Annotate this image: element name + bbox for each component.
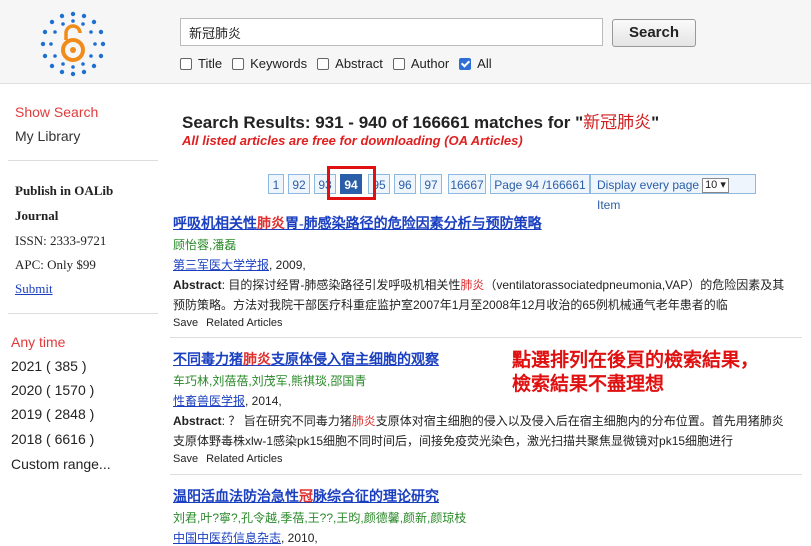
journal-link[interactable]: 第三军医大学学报 [173,258,269,272]
page-link-last[interactable]: 16667 [448,174,486,194]
oa-note: All listed articles are free for downloa… [182,133,523,148]
abstract-label: Abstract [173,278,222,292]
checkbox-author[interactable] [393,58,405,70]
title-text: 温阳活血法防治急性 [173,490,299,505]
result-divider [170,337,802,338]
results-summary: Search Results: 931 - 940 of 166661 matc… [182,108,659,133]
results-summary-prefix: Search Results: 931 - 940 of 166661 matc… [182,113,583,132]
my-library-link[interactable]: My Library [15,128,80,144]
result-actions: Save Related Articles [173,453,793,465]
submit-link[interactable]: Submit [15,281,53,297]
abstract-text: : 目的探讨经胃-肺感染路径引发呼吸机相关性 [222,278,461,292]
result-year: , 2009, [269,258,306,272]
sidebar-divider [8,160,158,161]
search-field-filters: Title Keywords Abstract Author All [180,56,502,71]
result-item: 呼吸机相关性肺炎胃-肺感染路径的危险因素分析与预防策略 顾怡蓉,潘磊 第三军医大… [173,213,793,329]
year-filter-2018[interactable]: 2018 ( 6616 ) [11,431,94,447]
result-actions: Save Related Articles [173,317,793,329]
title-text: 胃-肺感染路径的危险因素分析与预防策略 [285,217,542,232]
apc-text: APC: Only $99 [15,257,96,273]
abstract-text: : ？ 旨在研究不同毒力猪 [222,414,352,428]
page-link-97[interactable]: 97 [420,174,442,194]
result-year: , 2014, [245,394,282,408]
filter-all[interactable]: All [459,56,491,71]
search-button[interactable]: Search [612,19,696,47]
page-link-92[interactable]: 92 [288,174,310,194]
annotation-line: 檢索結果不盡理想 [512,372,759,396]
page-link-1[interactable]: 1 [268,174,284,194]
related-articles-link[interactable]: Related Articles [206,317,282,329]
title-text: 脉综合征的理论研究 [313,490,439,505]
filter-title[interactable]: Title [180,56,222,71]
title-text: 不同毒力猪 [173,353,243,368]
filter-keywords-label: Keywords [250,56,307,71]
result-source: 第三军医大学学报, 2009, [173,256,793,273]
results-summary-suffix: " [651,113,659,132]
abstract-label: Abstract [173,414,222,428]
year-filter-2019[interactable]: 2019 ( 2848 ) [11,406,94,422]
filter-title-label: Title [198,56,222,71]
checkbox-title[interactable] [180,58,192,70]
title-highlight: 肺炎 [257,217,285,232]
annotation-line: 點選排列在後頁的檢索結果， [512,348,759,372]
related-articles-link[interactable]: Related Articles [206,453,282,465]
abstract-highlight: 肺炎 [460,278,484,292]
checkbox-abstract[interactable] [317,58,329,70]
filter-abstract[interactable]: Abstract [317,56,383,71]
save-link[interactable]: Save [173,453,198,465]
page-link-96[interactable]: 96 [394,174,416,194]
result-year: , 2010, [281,531,318,545]
sidebar-divider [8,313,158,314]
journal-link[interactable]: 性畜兽医学报 [173,394,245,408]
any-time-filter[interactable]: Any time [11,334,65,350]
year-filter-2020[interactable]: 2020 ( 1570 ) [11,382,94,398]
filter-keywords[interactable]: Keywords [232,56,307,71]
result-authors[interactable]: 顾怡蓉,潘磊 [173,236,793,253]
search-input[interactable]: 新冠肺炎 [180,18,603,46]
filter-author[interactable]: Author [393,56,449,71]
show-search-link[interactable]: Show Search [15,104,98,120]
header-bar: 新冠肺炎 Search Title Keywords Abstract Auth… [0,0,811,84]
highlight-box [327,166,376,200]
result-title-link[interactable]: 呼吸机相关性肺炎胃-肺感染路径的危险因素分析与预防策略 [173,213,793,233]
filter-author-label: Author [411,56,449,71]
per-page-control: Display every page10 ▾Item [590,174,756,194]
results-keyword: 新冠肺炎 [583,113,651,133]
issn-text: ISSN: 2333-9721 [15,233,106,249]
item-label: Item [597,198,620,212]
filter-abstract-label: Abstract [335,56,383,71]
title-text: 呼吸机相关性 [173,217,257,232]
save-link[interactable]: Save [173,317,198,329]
result-source: 中国中医药信息杂志, 2010, [173,529,793,546]
checkbox-all[interactable] [459,58,471,70]
journal-link[interactable]: 中国中医药信息杂志 [173,531,281,545]
result-abstract: Abstract: ？ 旨在研究不同毒力猪肺炎支原体对宿主细胞的侵入以及侵入后在… [173,411,793,451]
display-label: Display every page [597,178,699,192]
result-divider [170,474,802,475]
custom-range-filter[interactable]: Custom range... [11,456,111,472]
annotation-callout: 點選排列在後頁的檢索結果， 檢索結果不盡理想 [512,348,759,396]
year-filter-2021[interactable]: 2021 ( 385 ) [11,358,87,374]
page-info: Page 94 /166661 [490,174,590,194]
oa-lock-logo-icon[interactable] [39,10,107,78]
journal-heading: Journal [15,208,58,224]
title-highlight: 冠 [299,490,313,505]
abstract-highlight: 肺炎 [352,414,376,428]
search-input-value: 新冠肺炎 [189,27,241,42]
title-text: 支原体侵入宿主细胞的观察 [271,353,439,368]
per-page-select[interactable]: 10 ▾ [702,178,729,193]
filter-all-label: All [477,56,491,71]
per-page-value: 10 [705,179,717,191]
checkbox-keywords[interactable] [232,58,244,70]
publish-heading: Publish in OALib [15,183,113,199]
result-authors[interactable]: 刘君,叶?寧?,孔令越,季蓓,王??,王昀,颜德馨,颜新,颜琼枝 [173,509,793,526]
title-highlight: 肺炎 [243,353,271,368]
result-title-link[interactable]: 温阳活血法防治急性冠脉综合征的理论研究 [173,486,793,506]
result-item: 温阳活血法防治急性冠脉综合征的理论研究 刘君,叶?寧?,孔令越,季蓓,王??,王… [173,486,793,546]
result-abstract: Abstract: 目的探讨经胃-肺感染路径引发呼吸机相关性肺炎（ventila… [173,275,793,315]
